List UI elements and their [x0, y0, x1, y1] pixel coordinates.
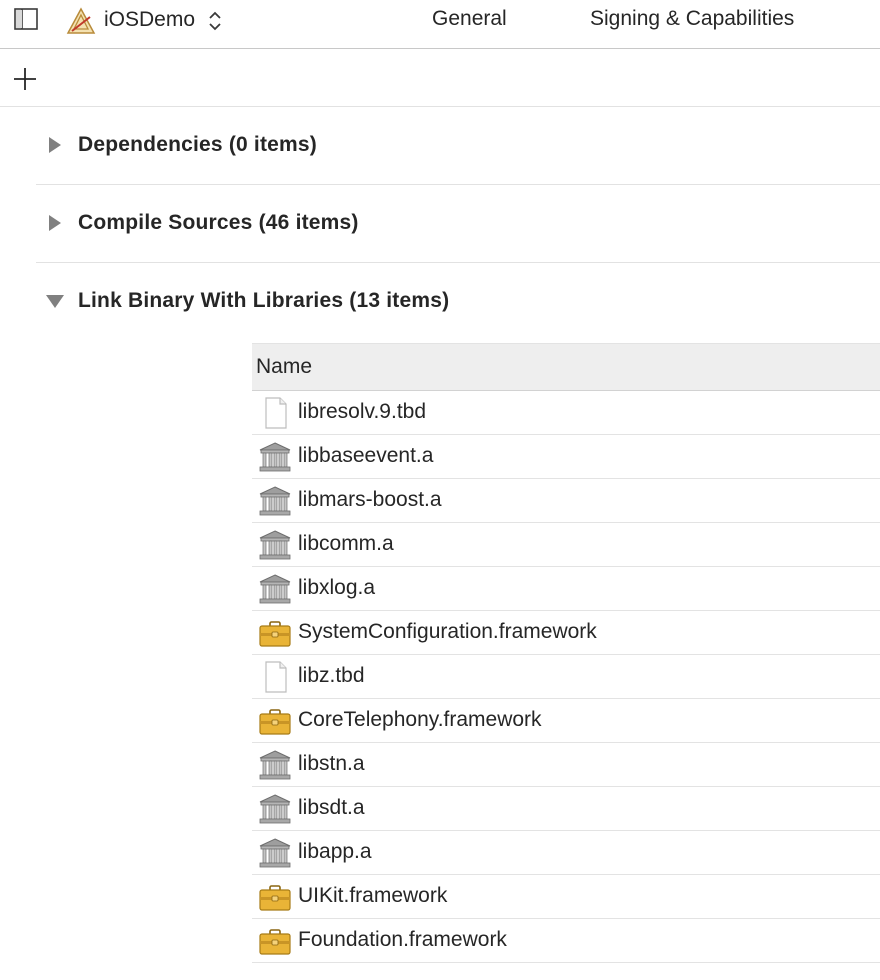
table-row[interactable]: UIKit.framework	[252, 875, 880, 919]
table-row[interactable]: libsdt.a	[252, 787, 880, 831]
library-name: libapp.a	[298, 840, 372, 863]
chevron-up-down-icon[interactable]	[207, 9, 223, 33]
phase-title: Dependencies (0 items)	[78, 133, 317, 156]
library-icon	[258, 572, 292, 606]
table-row[interactable]: SystemConfiguration.framework	[252, 611, 880, 655]
table-row[interactable]: libz.tbd	[252, 655, 880, 699]
document-icon	[258, 660, 292, 694]
disclosure-collapsed-icon[interactable]	[46, 136, 64, 154]
library-icon	[258, 748, 292, 782]
table-row[interactable]: libcomm.a	[252, 523, 880, 567]
library-name: libz.tbd	[298, 664, 365, 687]
phase-dependencies[interactable]: Dependencies (0 items)	[36, 107, 880, 185]
table-row[interactable]: libxlog.a	[252, 567, 880, 611]
tab-general[interactable]: General	[432, 7, 507, 31]
library-name: CoreTelephony.framework	[298, 708, 542, 731]
libraries-list: libresolv.9.tbd libbaseevent.a libmars-boo…	[252, 391, 880, 963]
library-name: Foundation.framework	[298, 928, 507, 951]
phase-title: Link Binary With Libraries (13 items)	[78, 289, 450, 312]
table-row[interactable]: libstn.a	[252, 743, 880, 787]
phase-title: Compile Sources (46 items)	[78, 211, 359, 234]
framework-toolbox-icon	[258, 924, 292, 958]
framework-toolbox-icon	[258, 616, 292, 650]
library-icon	[258, 440, 292, 474]
tab-signing-capabilities[interactable]: Signing & Capabilities	[590, 7, 794, 31]
libraries-table: Name libresolv.9.tbd libbaseevent.a libmar…	[252, 343, 880, 963]
table-row[interactable]: Foundation.framework	[252, 919, 880, 963]
framework-toolbox-icon	[258, 880, 292, 914]
library-icon	[258, 792, 292, 826]
column-header-name[interactable]: Name	[256, 355, 312, 379]
scheme-name[interactable]: iOSDemo	[104, 8, 195, 32]
phase-link-binary[interactable]: Link Binary With Libraries (13 items)	[36, 263, 880, 343]
library-name: libmars-boost.a	[298, 488, 442, 511]
table-row[interactable]: libbaseevent.a	[252, 435, 880, 479]
library-icon	[258, 836, 292, 870]
library-icon	[258, 528, 292, 562]
editor-toolbar: iOSDemo General Signing & Capabilities	[0, 0, 880, 49]
table-header[interactable]: Name	[252, 343, 880, 391]
disclosure-expanded-icon[interactable]	[46, 292, 64, 310]
plus-icon[interactable]	[12, 66, 38, 92]
table-row[interactable]: CoreTelephony.framework	[252, 699, 880, 743]
library-name: libcomm.a	[298, 532, 394, 555]
library-name: libbaseevent.a	[298, 444, 434, 467]
library-name: libxlog.a	[298, 576, 376, 599]
phase-compile-sources[interactable]: Compile Sources (46 items)	[36, 185, 880, 263]
framework-toolbox-icon	[258, 704, 292, 738]
disclosure-collapsed-icon[interactable]	[46, 214, 64, 232]
add-phase-bar	[0, 49, 880, 107]
library-icon	[258, 484, 292, 518]
library-name: libsdt.a	[298, 796, 365, 819]
document-icon	[258, 396, 292, 430]
library-name: SystemConfiguration.framework	[298, 620, 597, 643]
table-row[interactable]: libresolv.9.tbd	[252, 391, 880, 435]
library-name: UIKit.framework	[298, 884, 448, 907]
library-name: libresolv.9.tbd	[298, 400, 427, 423]
xcode-app-icon	[66, 7, 96, 34]
table-row[interactable]: libapp.a	[252, 831, 880, 875]
table-row[interactable]: libmars-boost.a	[252, 479, 880, 523]
sidebar-toggle-icon[interactable]	[14, 8, 38, 30]
library-name: libstn.a	[298, 752, 365, 775]
